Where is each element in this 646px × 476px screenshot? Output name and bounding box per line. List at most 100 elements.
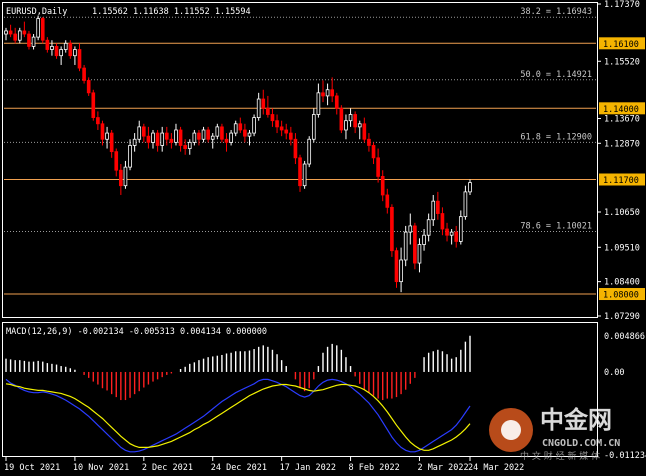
- price-tick-label: 1.17370: [604, 0, 640, 10]
- candle-bear: [13, 33, 18, 41]
- price-levels-layer: 1.16100 1.14000 1.11700 1.08000 38.2 = 1.169…: [4, 7, 645, 301]
- candle-bear: [266, 107, 270, 115]
- candle-bull: [458, 216, 463, 242]
- time-tick-label: 17 Jan 2022: [280, 463, 336, 473]
- price-tick-label: 1.12870: [604, 139, 640, 149]
- candle-bear: [339, 107, 344, 131]
- candle-bear: [390, 206, 394, 252]
- candle-bear: [367, 138, 371, 146]
- macd-tick-label: -0.011234: [604, 451, 646, 461]
- candle-bull: [31, 36, 36, 47]
- candle-bear: [197, 132, 201, 140]
- candle-bull: [215, 126, 220, 137]
- candle-bear: [91, 92, 96, 118]
- candle-bull: [137, 126, 142, 140]
- candle-bull: [128, 145, 132, 168]
- candle-bear: [298, 157, 302, 187]
- candle-bear: [445, 228, 449, 236]
- candle-bull: [311, 114, 316, 140]
- candle-bull: [256, 98, 261, 118]
- candle-bull: [408, 225, 413, 233]
- candle-bear: [40, 18, 45, 41]
- level-price-text: 1.08000: [603, 291, 639, 301]
- candle-bear: [45, 39, 50, 50]
- candles-layer: [4, 15, 472, 293]
- time-tick-label: 19 Oct 2021: [4, 463, 60, 473]
- candle-bear: [293, 138, 298, 159]
- candle-bear: [353, 114, 357, 128]
- macd-tick-label: 0.004866: [604, 332, 645, 342]
- price-tick-label: 1.09510: [604, 243, 640, 253]
- candle-bull: [325, 89, 330, 97]
- level-price-label: 1.11700: [599, 173, 645, 186]
- level-price-text: 1.11700: [603, 176, 639, 186]
- candle-bear: [454, 231, 459, 242]
- candle-bull: [160, 132, 165, 146]
- macd-header: MACD(12,26,9) -0.002134 -0.005313 0.0041…: [6, 327, 267, 337]
- candle-bear: [77, 49, 82, 69]
- watermark-title: 中金网: [540, 406, 612, 434]
- candle-bear: [413, 225, 417, 264]
- candle-bear: [279, 126, 284, 131]
- candle-bear: [169, 138, 174, 143]
- candle-bear: [380, 176, 385, 196]
- candle-bear: [289, 132, 293, 140]
- candle-bull: [252, 117, 256, 134]
- price-tick-label: 1.13670: [604, 115, 640, 125]
- candle-bull: [201, 129, 206, 140]
- candle-bear: [330, 89, 335, 97]
- candle-bull: [468, 182, 472, 193]
- candle-bear: [141, 126, 146, 137]
- price-tick-label: 1.07290: [604, 312, 640, 322]
- candle-bear: [164, 132, 169, 140]
- candle-bear: [27, 33, 31, 47]
- candle-bear: [224, 138, 229, 143]
- chart-header-ohlc: 1.15562 1.11638 1.11552 1.15594: [92, 7, 251, 17]
- candle-bull: [105, 132, 109, 140]
- candle-bull: [399, 259, 403, 283]
- fib-level-label: 38.2 = 1.16943: [520, 7, 592, 17]
- candle-bear: [440, 213, 445, 230]
- candle-bear: [206, 129, 210, 140]
- trading-chart[interactable]: 1.16100 1.14000 1.11700 1.08000 38.2 = 1.169…: [0, 0, 646, 476]
- candle-bear: [86, 80, 91, 94]
- candle-bear: [376, 157, 380, 177]
- level-price-label: 1.08000: [599, 288, 645, 301]
- candle-bull: [449, 231, 454, 236]
- candle-bull: [426, 219, 431, 236]
- time-axis: 19 Oct 2021 10 Nov 2021 2 Dec 2021 24 Dec 2…: [4, 457, 524, 473]
- candle-bull: [307, 138, 312, 165]
- candle-bull: [123, 166, 128, 187]
- candle-bull: [151, 132, 155, 143]
- candle-bear: [321, 92, 325, 97]
- time-tick-label: 2 Dec 2021: [142, 463, 193, 473]
- candle-bear: [178, 129, 183, 146]
- time-tick-label: 10 Nov 2021: [73, 463, 129, 473]
- candle-bear: [146, 135, 151, 143]
- candle-bull: [187, 141, 192, 149]
- candle-bear: [270, 114, 275, 122]
- cngold-logo-inner: [501, 420, 521, 440]
- level-price-label: 1.14000: [599, 102, 645, 115]
- candle-bear: [220, 126, 224, 140]
- candle-bear: [238, 123, 243, 131]
- candle-bear: [82, 67, 86, 81]
- price-tick-label: 1.10650: [604, 208, 640, 218]
- candle-bear: [284, 129, 289, 134]
- candle-bull: [36, 18, 40, 38]
- fib-level-label: 61.8 = 1.12900: [520, 132, 592, 142]
- candle-bull: [50, 46, 54, 50]
- candle-bear: [68, 42, 73, 57]
- candle-bull: [17, 30, 22, 41]
- candle-bull: [229, 132, 233, 143]
- candle-bull: [357, 123, 362, 128]
- candle-bear: [8, 30, 13, 35]
- candle-bull: [63, 42, 68, 50]
- candle-bull: [403, 231, 408, 261]
- watermark-slogan: 中 文 财 经 新 媒 体: [520, 450, 600, 462]
- candle-bull: [463, 191, 468, 218]
- time-tick-label: 24 Dec 2021: [211, 463, 267, 473]
- level-price-text: 1.14000: [603, 105, 639, 115]
- candle-bear: [100, 123, 105, 140]
- watermark-site: CNGOLD.COM.CN: [542, 438, 620, 449]
